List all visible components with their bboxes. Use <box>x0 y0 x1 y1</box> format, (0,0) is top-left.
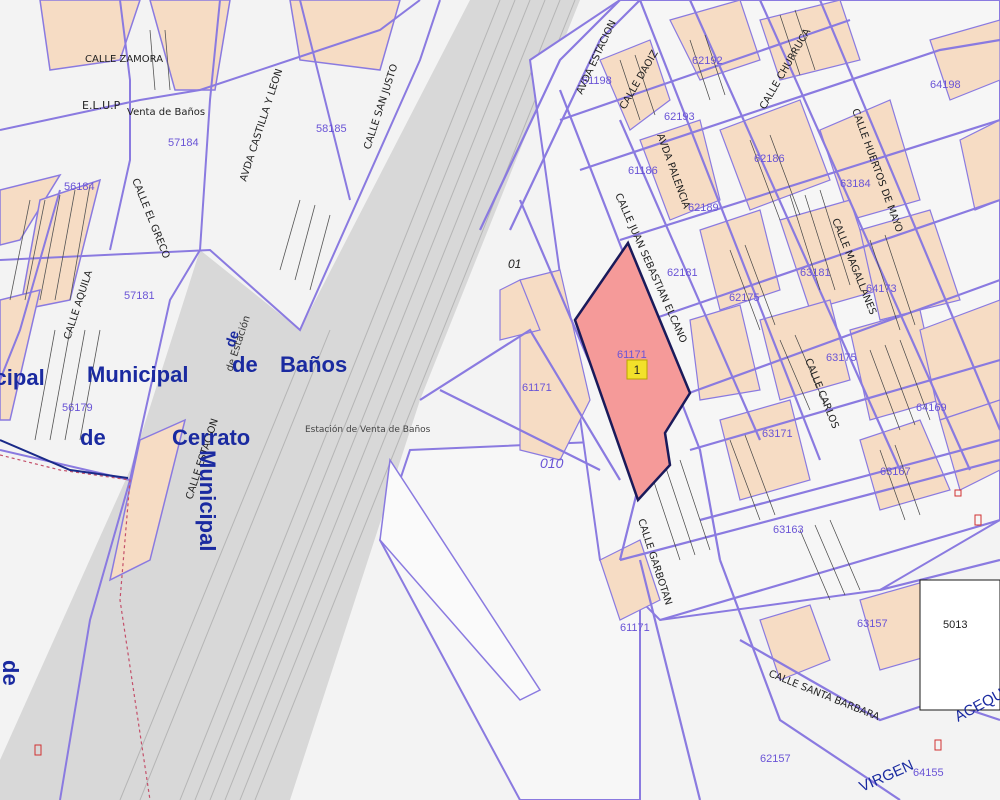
parcel-62186: 62186 <box>754 153 785 165</box>
label-venta-de-banos: Venta de Baños <box>127 107 205 118</box>
label-municipal-left: nicipal <box>0 365 45 390</box>
marker-label: 1 <box>634 363 641 377</box>
parcel-5013: 5013 <box>943 619 967 631</box>
parcel-010: 010 <box>540 455 564 471</box>
parcel-58185: 58185 <box>316 123 347 135</box>
parcel-63167: 63167 <box>880 466 911 478</box>
parcel-63184: 63184 <box>840 178 871 190</box>
parcel-63163: 63163 <box>773 524 804 536</box>
parcel-62181: 62181 <box>667 267 698 279</box>
label-municipal: Municipal <box>87 362 188 387</box>
parcel-56184: 56184 <box>64 181 95 193</box>
label-estacion: Estación de Venta de Baños <box>305 424 431 435</box>
street-calle-zamora: CALLE ZAMORA <box>85 54 163 65</box>
parcel-64198: 64198 <box>930 79 961 91</box>
label-elup: E.L.U.P <box>82 99 121 112</box>
label-de-left: de <box>0 660 23 686</box>
label-de2: de <box>80 425 106 450</box>
parcel-61198: 61198 <box>582 75 612 87</box>
parcel-01: 01 <box>508 257 521 271</box>
parcel-63171: 63171 <box>762 428 793 440</box>
parcel-62189: 62189 <box>688 202 719 214</box>
parcel-56179: 56179 <box>62 402 93 414</box>
parcel-64173: 64173 <box>866 283 897 295</box>
parcel-61171-main: 61171 <box>522 382 552 394</box>
label-cerrato: Cerrato <box>172 425 250 450</box>
parcel-64155: 64155 <box>913 767 944 779</box>
parcel-61171-low: 61171 <box>620 622 650 634</box>
parcel-63181: 63181 <box>800 267 831 279</box>
parcel-61171-highlight: 61171 <box>617 349 647 361</box>
parcel-62193: 62193 <box>664 111 695 123</box>
label-municipal-vertical: Municipal <box>195 450 220 551</box>
parcel-marker-icon[interactable]: 1 <box>626 359 648 380</box>
parcel-57181: 57181 <box>124 290 155 302</box>
parcel-57184: 57184 <box>168 137 199 149</box>
cadastral-map[interactable]: CALLE ZAMORA AVDA CASTILLA Y LEON CALLE … <box>0 0 1000 800</box>
parcel-63175: 63175 <box>826 352 857 364</box>
parcel-61186: 61186 <box>628 165 658 177</box>
label-de: de <box>232 352 258 377</box>
parcel-62192: 62192 <box>692 55 723 67</box>
parcel-64169: 64169 <box>916 402 947 414</box>
parcel-63157: 63157 <box>857 618 888 630</box>
parcel-62175: 62175 <box>729 292 760 304</box>
parcel-62157: 62157 <box>760 753 791 765</box>
label-banos: Baños <box>280 352 347 377</box>
